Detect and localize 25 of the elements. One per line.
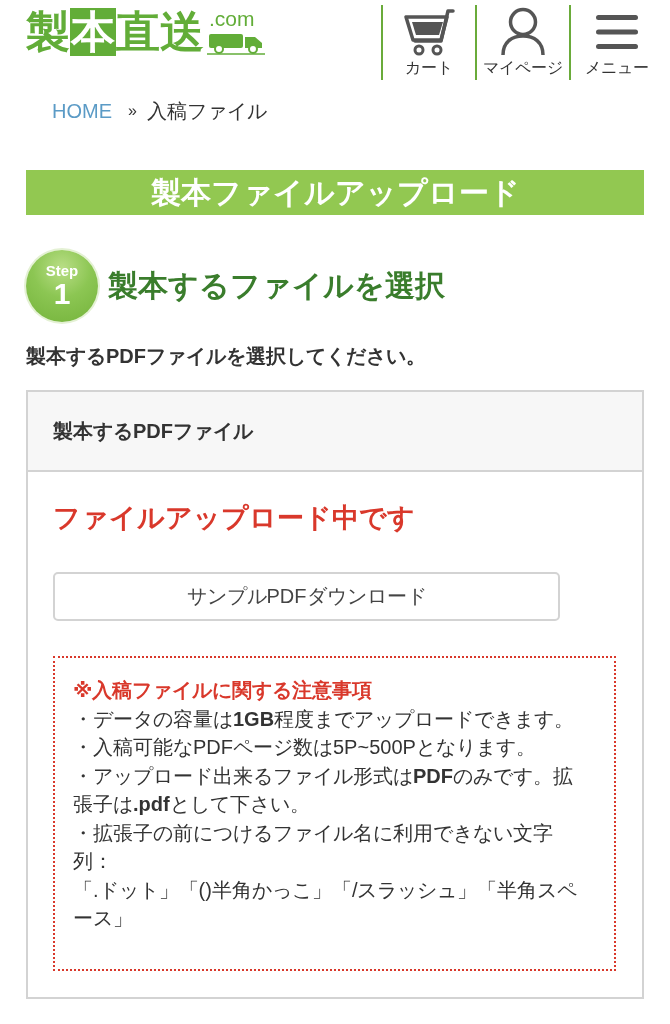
panel-header: 製本するPDFファイル (28, 392, 642, 472)
menu-link[interactable]: メニュー (569, 5, 663, 80)
instruction-text: 製本するPDFファイルを選択してください。 (26, 344, 427, 369)
cart-link[interactable]: カート (381, 5, 475, 80)
note-text: ・拡張子の前につけるファイル名に利用できない文字列： (73, 820, 554, 874)
menu-icon (596, 14, 638, 49)
note-text: ・アップロード出来るファイル形式はPDFのみです。拡張子は.pdfとして下さい。 (73, 763, 574, 817)
step-label: Step (45, 263, 79, 279)
logo-text: 製本直送 (26, 8, 204, 56)
person-icon (500, 6, 546, 57)
my-page-link[interactable]: マイページ (475, 5, 569, 80)
note-text: ・データの容量は1GB程度までアップロードできます。 (73, 706, 576, 732)
truck-icon (207, 33, 265, 55)
step-title: 製本するファイルを選択 (108, 268, 445, 304)
note-text: ・入稿可能なPDFページ数は5P~500Pとなります。 (73, 735, 537, 760)
note-text: 「.ドット」「()半角かっこ」「/スラッシュ」「半角スペース」 (73, 877, 579, 931)
sample-download-button[interactable]: サンプルPDFダウンロード (53, 572, 560, 621)
step-number: 1 (53, 279, 71, 309)
cart-icon (403, 6, 455, 57)
upload-status-text: ファイルアップロード中です (53, 502, 416, 535)
notes-title: ※入稿ファイルに関する注意事項 (73, 678, 374, 703)
breadcrumb-current-page: 入稿ファイル (146, 99, 267, 124)
breadcrumb-separator: » (128, 101, 137, 121)
logo-domain-text: .com (209, 8, 255, 30)
page-title-banner: 製本ファイルアップロード (26, 170, 644, 215)
